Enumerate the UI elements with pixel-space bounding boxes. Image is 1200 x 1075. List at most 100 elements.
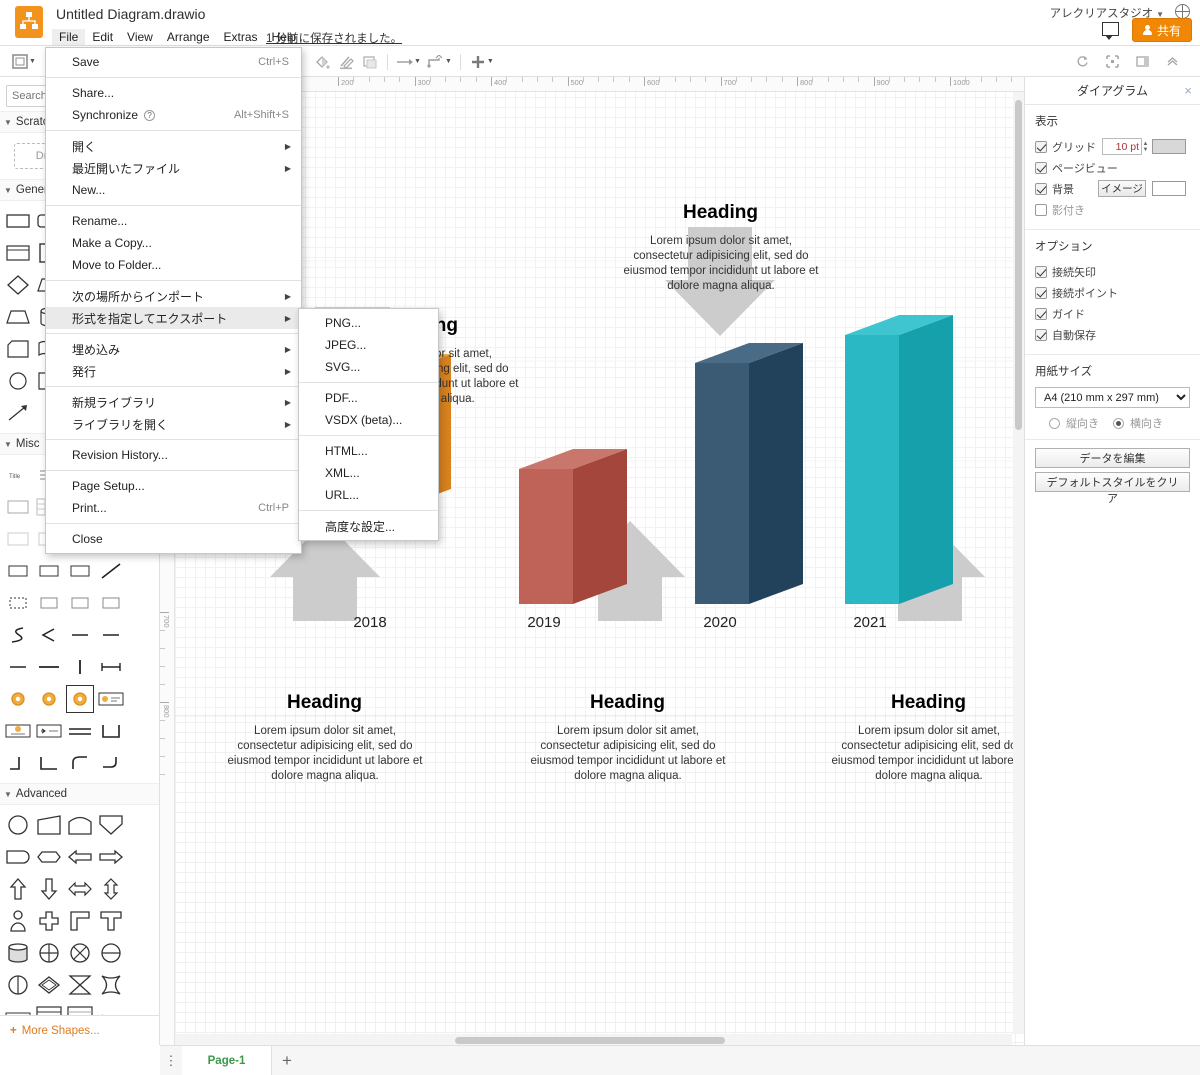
- shape-adv-arrow-right[interactable]: [97, 843, 125, 871]
- add-page-button[interactable]: +: [272, 1046, 302, 1075]
- page-view-checkbox[interactable]: [1035, 161, 1047, 174]
- shape-adv-circle[interactable]: [4, 811, 32, 839]
- shape-double-line[interactable]: [66, 717, 94, 745]
- shape-gear-2[interactable]: [35, 685, 63, 713]
- shape-adv-arrow-down[interactable]: [35, 875, 63, 903]
- fill-color-icon[interactable]: [310, 49, 334, 75]
- file-menu-item-19[interactable]: 新規ライブラリ ▶: [46, 391, 301, 413]
- shape-arrow-label[interactable]: [35, 717, 63, 745]
- shape-misc-10[interactable]: [35, 589, 63, 617]
- close-icon[interactable]: ×: [1184, 83, 1192, 98]
- shape-adv-arrow-h[interactable]: [66, 875, 94, 903]
- shape-hline[interactable]: [35, 653, 63, 681]
- shape-or[interactable]: [4, 367, 32, 395]
- shape-diamond[interactable]: [4, 271, 32, 299]
- shape-adv-shield[interactable]: [97, 811, 125, 839]
- shape-adv-arrow-v[interactable]: [97, 875, 125, 903]
- shape-gear-label[interactable]: [97, 685, 125, 713]
- shape-adv-trapezoid[interactable]: [35, 811, 63, 839]
- waypoints-icon[interactable]: [424, 49, 448, 75]
- shape-curve-2[interactable]: [97, 749, 125, 777]
- shape-adv-bowtie[interactable]: [66, 971, 94, 999]
- export-submenu-item-4[interactable]: PDF...: [299, 387, 438, 409]
- shape-misc-13[interactable]: [66, 621, 94, 649]
- shape-adv-tee[interactable]: [97, 907, 125, 935]
- share-button[interactable]: 共有: [1131, 18, 1192, 42]
- grid-checkbox[interactable]: [1035, 140, 1047, 153]
- vertical-scrollbar-thumb[interactable]: [1015, 100, 1022, 430]
- file-menu-item-25[interactable]: Print... Ctrl+P: [46, 497, 301, 519]
- comments-button[interactable]: [1102, 19, 1124, 40]
- page-tab-page-1[interactable]: Page-1: [182, 1046, 272, 1075]
- shape-adv-arrow-up[interactable]: [4, 875, 32, 903]
- file-menu-dropdown[interactable]: Save Ctrl+S Share... Synchronize? Alt+Shift+…: [45, 47, 302, 554]
- shape-gear-label-2[interactable]: [4, 717, 32, 745]
- grid-size-input[interactable]: [1102, 138, 1142, 155]
- fullscreen-icon[interactable]: [1100, 49, 1124, 75]
- export-submenu-item-5[interactable]: VSDX (beta)...: [299, 409, 438, 431]
- shape-misc-8[interactable]: [35, 557, 63, 585]
- shape-misc-3[interactable]: [4, 493, 32, 521]
- shape-misc-11[interactable]: [66, 589, 94, 617]
- shape-arrow-line[interactable]: [4, 399, 32, 427]
- grid-color-swatch[interactable]: [1152, 139, 1186, 154]
- connection-arrows-checkbox[interactable]: [1035, 265, 1047, 278]
- file-menu-item-13[interactable]: 次の場所からインポート ▶: [46, 285, 301, 307]
- shape-misc-7[interactable]: [4, 557, 32, 585]
- shape-vline[interactable]: [66, 653, 94, 681]
- file-menu-item-24[interactable]: Page Setup...: [46, 475, 301, 497]
- shape-adv-rhombus[interactable]: [35, 971, 63, 999]
- shape-misc-9[interactable]: [66, 557, 94, 585]
- shape-less-than[interactable]: [35, 621, 63, 649]
- export-submenu-item-8[interactable]: XML...: [299, 462, 438, 484]
- line-color-icon[interactable]: [334, 49, 358, 75]
- file-menu-item-0[interactable]: Save Ctrl+S: [46, 51, 301, 73]
- shape-adv-cross[interactable]: [35, 907, 63, 935]
- portrait-radio[interactable]: [1049, 417, 1060, 429]
- shape-rectangle[interactable]: [4, 207, 32, 235]
- shape-card[interactable]: [4, 335, 32, 363]
- file-menu-item-14[interactable]: 形式を指定してエクスポート ▶: [46, 307, 301, 329]
- shape-adv-concave[interactable]: [97, 971, 125, 999]
- shape-gear-1[interactable]: [4, 685, 32, 713]
- help-icon[interactable]: ?: [144, 109, 156, 121]
- shape-adv-data-storage[interactable]: [4, 939, 32, 967]
- shape-elbow-2[interactable]: [35, 749, 63, 777]
- language-globe-icon[interactable]: [1175, 4, 1190, 19]
- shape-adv-circle-plus[interactable]: [35, 939, 63, 967]
- export-submenu-item-11[interactable]: 高度な設定...: [299, 515, 438, 537]
- section-header-advanced[interactable]: ▼ Advanced: [0, 783, 159, 805]
- export-submenu-item-2[interactable]: SVG...: [299, 356, 438, 378]
- file-menu-item-10[interactable]: Make a Copy...: [46, 232, 301, 254]
- shadow-checkbox[interactable]: [1035, 203, 1047, 216]
- file-menu-item-6[interactable]: 最近開いたファイル ▶: [46, 157, 301, 179]
- menu-extras[interactable]: Extras: [217, 29, 265, 45]
- shape-adv-circle-x[interactable]: [66, 939, 94, 967]
- shape-curve-1[interactable]: [66, 749, 94, 777]
- shape-misc-15[interactable]: [4, 653, 32, 681]
- shape-diag-line[interactable]: [97, 557, 125, 585]
- file-menu-item-20[interactable]: ライブラリを開く ▶: [46, 413, 301, 435]
- menu-edit[interactable]: Edit: [85, 29, 120, 45]
- menu-file[interactable]: File: [52, 29, 86, 45]
- shape-misc-14[interactable]: [97, 621, 125, 649]
- view-panel-icon[interactable]: [8, 49, 32, 75]
- landscape-radio[interactable]: [1113, 417, 1124, 429]
- shape-adv-corner[interactable]: [66, 907, 94, 935]
- saved-status-link[interactable]: 1 分前に保存されました。: [266, 30, 402, 46]
- background-image-button[interactable]: イメージ: [1098, 180, 1146, 197]
- shape-adv-arrow-left[interactable]: [66, 843, 94, 871]
- shape-gear-selected[interactable]: [66, 685, 94, 713]
- guides-checkbox[interactable]: [1035, 307, 1047, 320]
- insert-icon[interactable]: [466, 49, 490, 75]
- shape-u-bracket[interactable]: [97, 717, 125, 745]
- canvas-grid[interactable]: Heading Lorem ipsum dolor sit amet, cons…: [175, 92, 1024, 1045]
- menu-arrange[interactable]: Arrange: [160, 29, 217, 45]
- paper-size-select[interactable]: A4 (210 mm x 297 mm): [1035, 387, 1190, 408]
- shape-zigzag[interactable]: [4, 621, 32, 649]
- shape-elbow-1[interactable]: [4, 749, 32, 777]
- autosave-checkbox[interactable]: [1035, 328, 1047, 341]
- shape-misc-5[interactable]: [4, 525, 32, 553]
- shape-adv-actor[interactable]: [4, 907, 32, 935]
- shape-adv-circle-half[interactable]: [4, 971, 32, 999]
